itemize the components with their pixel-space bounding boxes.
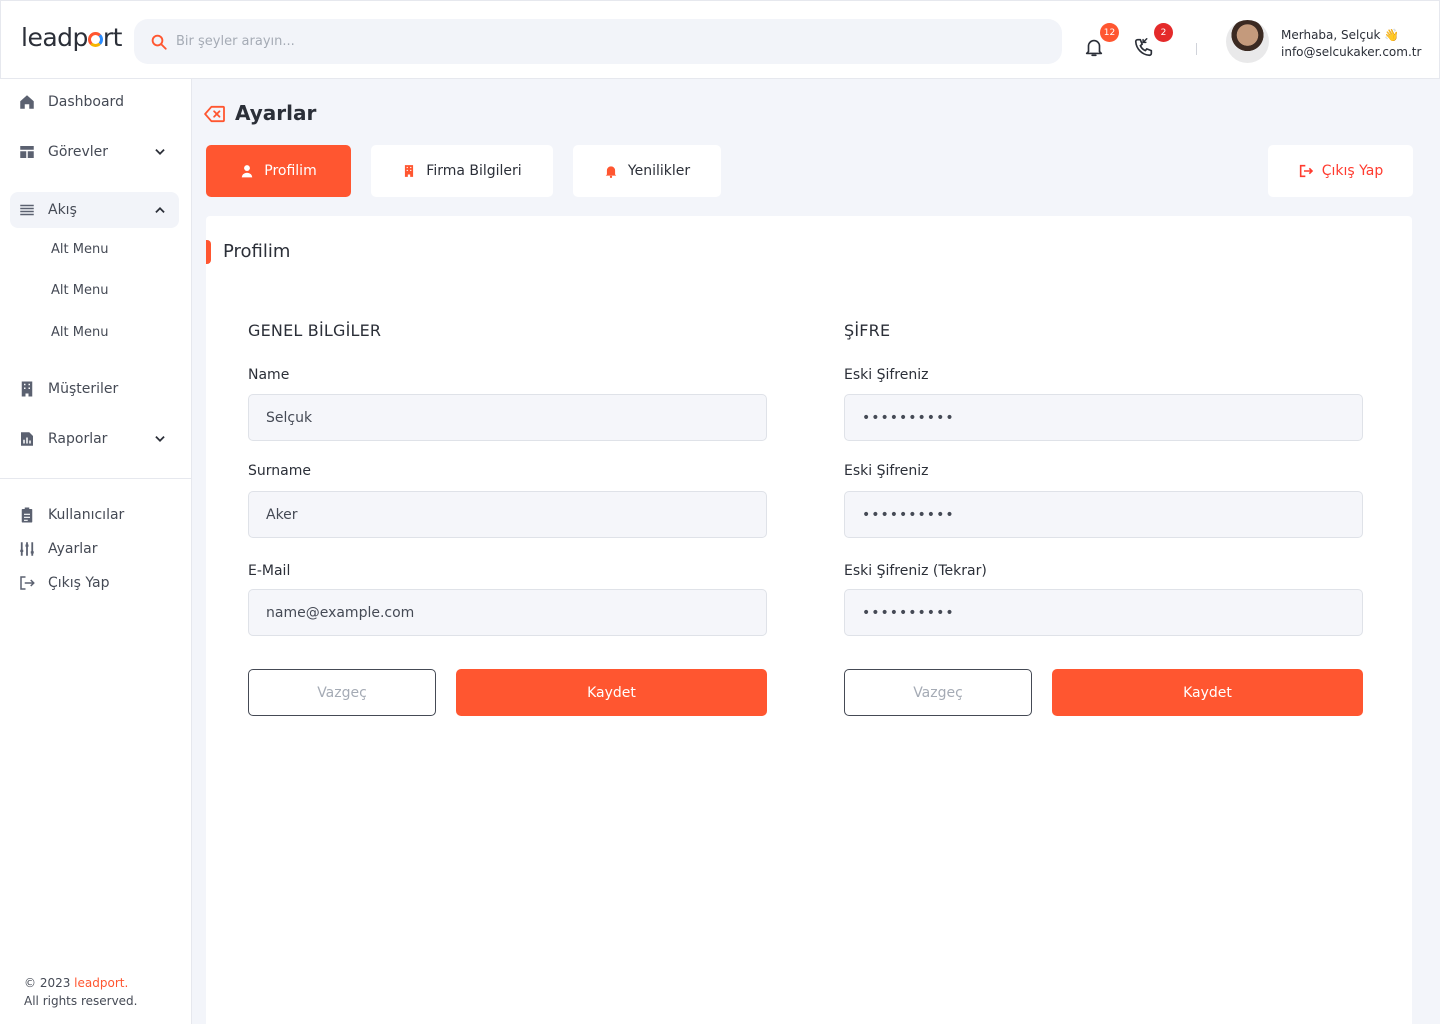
notifications-badge: 12 [1100, 23, 1119, 42]
tasks-icon [20, 146, 34, 158]
chevron-down-icon [155, 436, 165, 442]
top-header: leadprt 12 2 Merhaba, Selçuk 👋 info@selc… [0, 0, 1440, 79]
footer-copyright: © 2023 [24, 976, 75, 990]
sidebar-subitem-1[interactable]: Alt Menu [51, 242, 108, 257]
tab-profilim[interactable]: Profilim [206, 145, 351, 197]
user-email: info@selcukaker.com.tr [1281, 45, 1422, 59]
email-label: E-Mail [248, 563, 291, 579]
profile-card: Profilim GENEL BİLGİLER Name Surname E-M… [206, 216, 1412, 1024]
tab-firma-bilgileri[interactable]: Firma Bilgileri [371, 145, 553, 197]
header-divider [1196, 43, 1197, 55]
email-input[interactable] [248, 589, 767, 636]
report-icon [21, 432, 33, 446]
sidebar-divider [0, 478, 191, 479]
logout-label: Çıkış Yap [1321, 163, 1384, 179]
new-password-input[interactable] [844, 491, 1363, 538]
sidebar-item-label: Akış [48, 202, 77, 218]
surname-input[interactable] [248, 491, 767, 538]
logout-icon [20, 576, 35, 590]
bell-icon[interactable] [1083, 36, 1105, 58]
tab-label: Firma Bilgileri [426, 163, 522, 179]
chevron-down-icon [155, 149, 165, 155]
sidebar-item-label: Raporlar [48, 431, 108, 447]
sidebar-item-dashboard[interactable]: Dashboard [10, 84, 179, 120]
search-bar[interactable] [134, 19, 1062, 64]
footer-rights: All rights reserved. [24, 994, 138, 1008]
password-title: ŞİFRE [844, 321, 891, 340]
bell-icon [605, 166, 617, 178]
backspace-icon[interactable] [204, 105, 226, 123]
sidebar-item-ayarlar[interactable]: Ayarlar [10, 531, 179, 567]
sidebar-footer: © 2023 leadport. All rights reserved. [24, 974, 138, 1010]
building-icon [405, 165, 414, 177]
sidebar-item-kullanicilar[interactable]: Kullanıcılar [10, 497, 179, 533]
password-cancel-button[interactable]: Vazgeç [844, 669, 1032, 716]
chevron-up-icon [155, 207, 165, 213]
sidebar-subitem-2[interactable]: Alt Menu [51, 283, 108, 298]
name-input[interactable] [248, 394, 767, 441]
tab-label: Profilim [264, 163, 317, 179]
card-title: Profilim [223, 241, 291, 262]
clipboard-icon [21, 507, 33, 523]
old-password-input[interactable] [844, 394, 1363, 441]
sidebar-item-cikis[interactable]: Çıkış Yap [10, 565, 179, 601]
building-icon [21, 381, 33, 397]
sidebar-item-musteriler[interactable]: Müşteriler [10, 371, 179, 407]
repeat-password-input[interactable] [844, 589, 1363, 636]
avatar[interactable] [1226, 20, 1269, 63]
card-accent-bar [206, 240, 211, 264]
tab-label: Yenilikler [627, 163, 691, 179]
general-cancel-button[interactable]: Vazgeç [248, 669, 436, 716]
home-icon [20, 95, 34, 109]
logout-button[interactable]: Çıkış Yap [1268, 145, 1413, 197]
password-save-button[interactable]: Kaydet [1052, 669, 1363, 716]
phone-call-icon[interactable] [1133, 36, 1155, 58]
list-icon [20, 204, 34, 216]
user-greeting: Merhaba, Selçuk 👋 [1281, 28, 1400, 42]
old-password-label: Eski Şifreniz [844, 367, 929, 383]
page-title: Ayarlar [235, 101, 317, 125]
sidebar-item-akis[interactable]: Akış [10, 192, 179, 228]
sidebar: Dashboard Görevler Akış Alt Menu Alt Men… [0, 79, 192, 1024]
sidebar-item-label: Çıkış Yap [48, 575, 110, 591]
surname-label: Surname [248, 463, 311, 479]
general-save-button[interactable]: Kaydet [456, 669, 767, 716]
name-label: Name [248, 367, 290, 383]
user-icon [242, 165, 253, 178]
search-input[interactable] [176, 34, 1036, 49]
sidebar-item-raporlar[interactable]: Raporlar [10, 421, 179, 457]
general-info-title: GENEL BİLGİLER [248, 321, 382, 340]
footer-brand[interactable]: leadport. [74, 976, 128, 990]
tab-yenilikler[interactable]: Yenilikler [573, 145, 721, 197]
logout-icon [1299, 164, 1313, 178]
sidebar-item-label: Görevler [48, 144, 109, 160]
sidebar-item-label: Müşteriler [48, 381, 119, 397]
calls-badge: 2 [1154, 23, 1173, 42]
sidebar-item-label: Kullanıcılar [48, 507, 125, 523]
sidebar-item-label: Dashboard [48, 94, 124, 110]
sidebar-subitem-3[interactable]: Alt Menu [51, 325, 108, 340]
leadport-logo[interactable]: leadp rt [21, 23, 122, 52]
repeat-password-label: Eski Şifreniz (Tekrar) [844, 563, 987, 579]
sliders-icon [20, 542, 34, 556]
sidebar-item-label: Ayarlar [48, 541, 98, 557]
sidebar-item-gorevler[interactable]: Görevler [10, 134, 179, 170]
search-icon [151, 34, 167, 50]
new-password-label: Eski Şifreniz [844, 463, 929, 479]
